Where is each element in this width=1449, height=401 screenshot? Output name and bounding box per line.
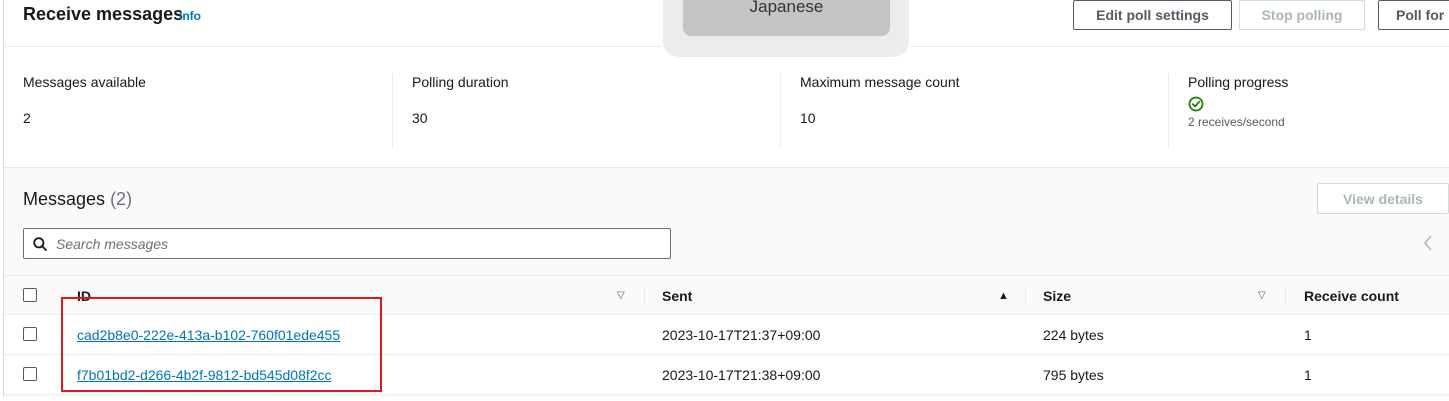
column-header-size[interactable]: Size — [1043, 276, 1071, 316]
language-indicator-overlay: Japanese — [663, 0, 909, 57]
stat-value: 2 — [23, 110, 31, 126]
receive-count-cell: 1 — [1304, 367, 1312, 383]
chevron-left-icon[interactable] — [1422, 234, 1434, 252]
stat-label: Maximum message count — [800, 74, 960, 90]
column-separator[interactable] — [1285, 286, 1286, 306]
language-label: Japanese — [683, 0, 890, 36]
search-box — [23, 228, 671, 259]
stat-label: Messages available — [23, 74, 146, 90]
poll-for-messages-button[interactable]: Poll for messages — [1378, 0, 1449, 30]
search-icon — [33, 237, 47, 251]
stat-divider — [392, 74, 393, 148]
messages-count: (2) — [110, 189, 133, 209]
sent-cell: 2023-10-17T21:37+09:00 — [662, 327, 821, 343]
messages-title: Messages — [23, 189, 106, 209]
sort-up-icon[interactable]: ▲ — [998, 290, 1009, 302]
column-header-receive-count[interactable]: Receive count — [1304, 276, 1399, 316]
poll-button-label: Poll for messages — [1396, 7, 1449, 23]
stat-divider — [780, 74, 781, 148]
messages-heading: Messages (2) — [23, 189, 132, 210]
stat-label: Polling progress — [1188, 74, 1289, 90]
select-all-checkbox[interactable] — [23, 288, 37, 302]
size-cell: 224 bytes — [1043, 327, 1104, 343]
stop-polling-button[interactable]: Stop polling — [1239, 0, 1365, 30]
view-details-button[interactable]: View details — [1317, 183, 1449, 214]
success-check-icon — [1188, 96, 1204, 112]
sort-down-icon[interactable]: ▽ — [617, 290, 625, 301]
sort-down-icon[interactable]: ▽ — [1258, 290, 1266, 301]
column-header-sent[interactable]: Sent — [662, 276, 692, 316]
column-separator[interactable] — [1025, 286, 1026, 306]
edit-poll-settings-button[interactable]: Edit poll settings — [1073, 0, 1232, 30]
stat-divider — [1168, 74, 1169, 148]
stat-label: Polling duration — [412, 74, 509, 90]
column-separator[interactable] — [644, 286, 645, 306]
receive-count-cell: 1 — [1304, 327, 1312, 343]
search-input[interactable] — [56, 229, 656, 258]
stat-polling-duration: Polling duration 30 — [412, 74, 509, 148]
row-checkbox[interactable] — [23, 327, 37, 341]
polling-stats: Messages available 2 Polling duration 30… — [4, 47, 1449, 168]
polling-rate: 2 receives/second — [1188, 115, 1285, 129]
annotation-highlight-box — [61, 297, 382, 392]
stat-maximum-message-count: Maximum message count 10 — [800, 74, 960, 148]
stat-messages-available: Messages available 2 — [23, 74, 146, 148]
row-checkbox[interactable] — [23, 367, 37, 381]
info-link[interactable]: Info — [179, 9, 201, 23]
sent-cell: 2023-10-17T21:38+09:00 — [662, 367, 821, 383]
stat-value: 30 — [412, 110, 428, 126]
stat-polling-progress: Polling progress 2 receives/second — [1188, 74, 1288, 148]
panel-title: Receive messages — [23, 4, 184, 24]
stat-value: 10 — [800, 110, 816, 126]
size-cell: 795 bytes — [1043, 367, 1104, 383]
